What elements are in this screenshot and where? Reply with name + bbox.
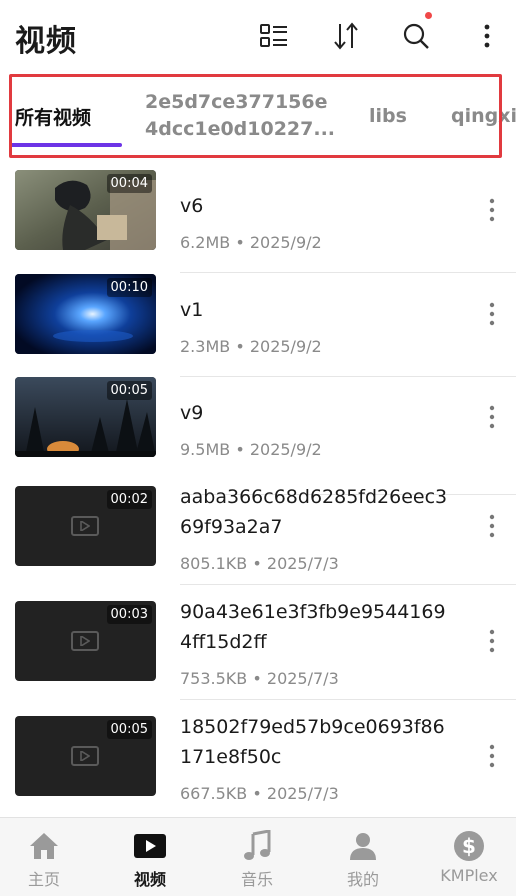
- more-options-icon[interactable]: [478, 192, 506, 228]
- duration-badge: 00:02: [106, 490, 152, 509]
- more-options-icon[interactable]: [478, 508, 506, 544]
- video-thumbnail[interactable]: 00:03: [15, 601, 156, 681]
- video-title-line1: 18502f79ed57b9ce0693f86: [180, 716, 445, 738]
- video-title: v9: [180, 402, 204, 424]
- nav-label: 音乐: [240, 870, 273, 889]
- more-options-icon[interactable]: [478, 399, 506, 435]
- video-placeholder-icon: [71, 746, 99, 766]
- svg-text:$: $: [462, 834, 476, 858]
- duration-badge: 00:05: [106, 381, 152, 400]
- video-title-line2: 4ff15d2ff: [180, 631, 267, 653]
- top-app-bar: 视频: [0, 0, 516, 72]
- duration-badge: 00:03: [106, 605, 152, 624]
- home-icon: [28, 830, 60, 862]
- duration-badge: 00:10: [106, 278, 152, 297]
- more-options-icon[interactable]: [478, 296, 506, 332]
- tab-libs[interactable]: libs: [369, 74, 407, 158]
- tab-folder-hash[interactable]: 2e5d7ce377156e 4dcc1e0d10227...: [145, 74, 335, 158]
- video-title: 18502f79ed57b9ce0693f86 171e8f50c: [180, 712, 470, 772]
- search-icon[interactable]: [398, 12, 434, 54]
- video-title: v6: [180, 195, 204, 217]
- video-meta: 9.5MB • 2025/9/2: [180, 440, 322, 459]
- video-meta: 667.5KB • 2025/7/3: [180, 784, 339, 803]
- more-options-icon[interactable]: [478, 738, 506, 774]
- notification-dot: [425, 12, 432, 19]
- dollar-circle-icon: $: [453, 830, 485, 862]
- video-title: v1: [180, 299, 204, 321]
- nav-label: 视频: [133, 870, 166, 889]
- video-meta: 805.1KB • 2025/7/3: [180, 554, 339, 573]
- bottom-navigation: 主页 视频 音乐 我的 $ KMPlex: [0, 817, 516, 896]
- nav-item-home[interactable]: 主页: [0, 818, 94, 896]
- duration-badge: 00:05: [106, 720, 152, 739]
- nav-item-kmplex[interactable]: $ KMPlex: [419, 818, 516, 896]
- video-thumbnail[interactable]: 00:05: [15, 377, 156, 457]
- video-placeholder-icon: [71, 631, 99, 651]
- tab-label-line1: 2e5d7ce377156e: [145, 91, 328, 113]
- video-title-line1: aaba366c68d6285fd26eec3: [180, 486, 448, 508]
- video-title-line2: 69f93a2a7: [180, 516, 283, 538]
- nav-label: 我的: [346, 870, 379, 889]
- video-thumbnail[interactable]: 00:05: [15, 716, 156, 796]
- divider: [180, 376, 516, 377]
- video-title: aaba366c68d6285fd26eec3 69f93a2a7: [180, 482, 470, 542]
- tab-qingxia[interactable]: qingxia: [451, 74, 516, 158]
- active-tab-indicator: [10, 143, 122, 147]
- person-icon: [348, 830, 378, 862]
- grid-list-icon[interactable]: [256, 18, 292, 54]
- video-meta: 6.2MB • 2025/9/2: [180, 233, 322, 252]
- more-options-icon[interactable]: [478, 623, 506, 659]
- video-meta: 2.3MB • 2025/9/2: [180, 337, 322, 356]
- video-meta: 753.5KB • 2025/7/3: [180, 669, 339, 688]
- video-title-line1: 90a43e61e3f3fb9e9544169: [180, 601, 446, 623]
- nav-label: KMPlex: [440, 866, 498, 885]
- nav-item-music[interactable]: 音乐: [207, 818, 307, 896]
- divider: [180, 699, 516, 700]
- sort-icon[interactable]: [328, 18, 364, 54]
- video-title-line2: 171e8f50c: [180, 746, 282, 768]
- divider: [180, 584, 516, 585]
- video-thumbnail[interactable]: 00:04: [15, 170, 156, 250]
- video-thumbnail[interactable]: 00:02: [15, 486, 156, 566]
- divider: [180, 272, 516, 273]
- video-thumbnail[interactable]: 00:10: [15, 274, 156, 354]
- duration-badge: 00:04: [106, 174, 152, 193]
- tab-label-line2: 4dcc1e0d10227...: [145, 118, 336, 140]
- music-note-icon: [243, 830, 271, 862]
- video-placeholder-icon: [71, 516, 99, 536]
- page-title: 视频: [15, 24, 77, 59]
- nav-label: 主页: [27, 870, 60, 889]
- video-title: 90a43e61e3f3fb9e9544169 4ff15d2ff: [180, 597, 470, 657]
- more-vertical-icon[interactable]: [469, 18, 505, 54]
- video-play-icon: [133, 830, 167, 862]
- nav-item-profile[interactable]: 我的: [313, 818, 413, 896]
- nav-item-video[interactable]: 视频: [100, 818, 200, 896]
